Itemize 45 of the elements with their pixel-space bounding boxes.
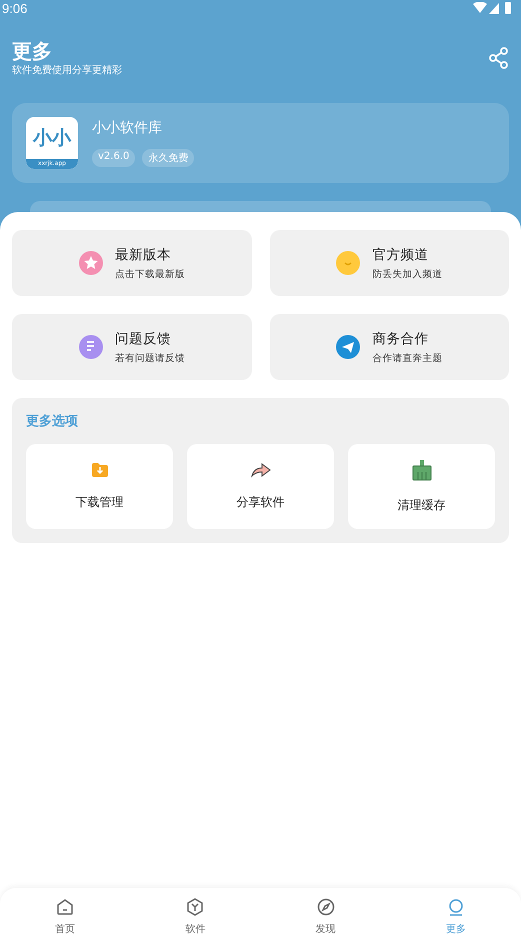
download-folder-icon <box>90 462 108 478</box>
link-subtitle: 若有问题请反馈 <box>114 352 185 364</box>
page-title: 更多 <box>12 39 53 63</box>
link-subtitle: 防丢失加入频道 <box>372 268 442 280</box>
option-card[interactable]: 清理缓存 <box>348 444 495 529</box>
option-label: 清理缓存 <box>398 497 446 514</box>
note-icon <box>78 335 103 359</box>
app-tag: v2.6.0 <box>92 149 136 167</box>
share-icon[interactable] <box>489 47 509 69</box>
profile-icon <box>446 898 465 916</box>
link-subtitle: 点击下载最新版 <box>114 268 185 280</box>
compass-icon <box>316 898 335 916</box>
link-title: 官方频道 <box>372 246 430 264</box>
option-card[interactable]: 分享软件 <box>187 444 334 529</box>
option-label: 分享软件 <box>236 494 284 511</box>
nav-label: 软件 <box>185 923 206 936</box>
app-tag: 永久免费 <box>142 149 194 167</box>
link-subtitle: 合作请直奔主题 <box>372 352 442 364</box>
status-icons <box>473 2 513 14</box>
home-icon <box>56 898 74 916</box>
status-time: 9:06 <box>2 0 28 16</box>
link-card[interactable]: 商务合作 合作请直奔主题 <box>270 314 509 380</box>
option-label: 下载管理 <box>76 494 124 511</box>
section-title: 更多选项 <box>26 413 79 430</box>
logo-text: 小小 <box>33 126 71 151</box>
nav-label: 首页 <box>55 923 76 936</box>
link-card[interactable]: 问题反馈 若有问题请反馈 <box>12 314 252 380</box>
nav-label: 更多 <box>446 923 466 936</box>
share-arrow-icon <box>250 462 272 478</box>
cube-icon <box>186 898 204 916</box>
link-title: 问题反馈 <box>114 330 172 348</box>
link-title: 商务合作 <box>372 330 430 348</box>
option-card[interactable]: 下载管理 <box>26 444 173 529</box>
page-subtitle: 软件免费使用分享更精彩 <box>12 64 122 77</box>
nav-tab[interactable]: 发现 <box>260 888 391 946</box>
nav-tab[interactable]: 首页 <box>0 888 130 946</box>
chat-icon <box>336 251 360 275</box>
nav-tab[interactable]: 软件 <box>130 888 260 946</box>
app-name: 小小软件库 <box>92 119 163 137</box>
nav-label: 发现 <box>316 923 336 936</box>
link-title: 最新版本 <box>114 246 172 264</box>
link-card[interactable]: 最新版本 点击下载最新版 <box>12 230 252 296</box>
link-card[interactable]: 官方频道 防丢失加入频道 <box>270 230 509 296</box>
paper-plane-icon <box>336 335 360 359</box>
broom-icon <box>412 459 432 481</box>
